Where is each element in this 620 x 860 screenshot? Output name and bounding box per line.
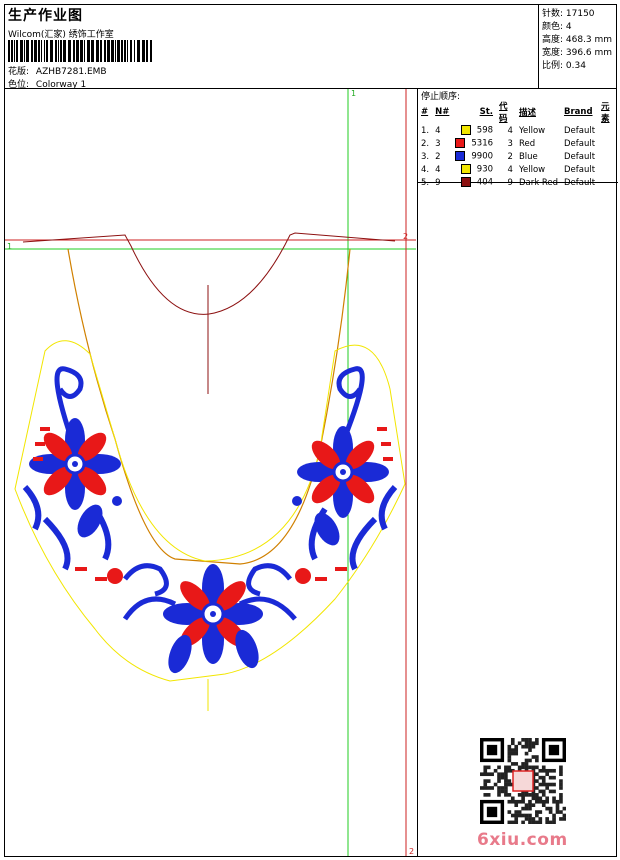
row-stitches: 598 <box>452 124 496 137</box>
col-brand: Brand <box>563 107 593 117</box>
studio-name: Wilcom(汇家) 绣饰工作室 <box>8 30 114 40</box>
row-index: 5. <box>421 177 430 188</box>
stop-sequence-panel: 停止顺序: # N# St. 代码 描述 Brand 元素 1. 4 598 4 Yel… <box>417 88 618 188</box>
color-swatch <box>455 151 466 162</box>
col-needle: N# <box>435 107 450 117</box>
row-code: 2 <box>507 151 513 162</box>
panel-divider <box>417 88 418 857</box>
row-needle: 9 <box>435 177 441 188</box>
row-brand: Default <box>563 151 596 162</box>
left-flower-motif <box>22 366 122 571</box>
row-index: 1. <box>421 125 430 136</box>
row-code: 4 <box>507 125 513 136</box>
row-index: 3. <box>421 151 430 162</box>
row-needle: 3 <box>435 138 441 149</box>
watermark-logo: 6xiu.com <box>477 830 568 850</box>
stitch-count-value: 9900 <box>471 151 494 162</box>
row-description: Yellow <box>518 125 546 136</box>
stitch-count-value: 598 <box>476 125 494 136</box>
row-code: 3 <box>507 138 513 149</box>
row-stitches: 5316 <box>452 137 496 150</box>
guide-marker-right: 2 <box>403 232 408 241</box>
row-description: Red <box>518 138 536 149</box>
col-element: 元素 <box>601 102 610 124</box>
row-element <box>598 163 618 176</box>
row-code: 4 <box>507 164 513 175</box>
col-stitches: St. <box>479 107 494 117</box>
row-brand: Default <box>563 125 596 136</box>
row-element <box>598 137 618 150</box>
row-stitches: 404 <box>452 176 496 189</box>
row-description: Yellow <box>518 164 546 175</box>
table-header-row: # N# St. 代码 描述 Brand 元素 <box>418 100 618 124</box>
row-needle: 4 <box>435 125 441 136</box>
design-stats: 针数: 17150 颜色: 4 高度: 468.3 mm 宽度: 396.6 m… <box>538 4 618 88</box>
row-element <box>598 176 618 189</box>
color-swatch <box>460 177 471 188</box>
row-needle: 2 <box>435 151 441 162</box>
design-label: 花版: <box>8 67 30 77</box>
row-needle: 4 <box>435 164 441 175</box>
color-swatch <box>460 125 471 136</box>
row-code: 9 <box>507 177 513 188</box>
collar-inner-outline <box>67 248 351 565</box>
row-stitches: 930 <box>452 163 496 176</box>
col-code: 代码 <box>499 102 508 124</box>
stitch-count: 针数: 17150 <box>542 9 595 19</box>
row-brand: Default <box>563 177 596 188</box>
right-flower-motif <box>292 366 398 571</box>
stitch-count-value: 5316 <box>471 138 494 149</box>
table-row: 5. 9 404 9 Dark Red Default <box>418 176 618 189</box>
stitch-count-value: 930 <box>476 164 494 175</box>
table-row: 1. 4 598 4 Yellow Default <box>418 124 618 137</box>
design-canvas: 1 2 1 2 <box>5 89 416 856</box>
guide-marker-left: 1 <box>7 242 12 251</box>
color-swatch <box>460 164 471 175</box>
row-description: Dark Red <box>518 177 558 188</box>
table-row: 2. 3 5316 3 Red Default <box>418 137 618 150</box>
col-index: # <box>421 107 429 117</box>
table-row: 3. 2 9900 2 Blue Default <box>418 150 618 163</box>
row-stitches: 9900 <box>452 150 496 163</box>
neckline-outline <box>22 232 396 315</box>
page-title: 生产作业图 <box>8 8 83 24</box>
guide-marker-bottom: 2 <box>409 847 414 856</box>
design-file-row: 花版: AZHB7281.EMB <box>8 64 107 77</box>
row-index: 4. <box>421 164 430 175</box>
header-info: 生产作业图 Wilcom(汇家) 绣饰工作室 花版: AZHB7281.EMB … <box>5 5 538 90</box>
table-row: 4. 4 930 4 Yellow Default <box>418 163 618 176</box>
col-description: 描述 <box>518 108 536 118</box>
row-brand: Default <box>563 138 596 149</box>
color-sequence-table: # N# St. 代码 描述 Brand 元素 1. 4 598 4 Yellow Def… <box>418 100 618 189</box>
color-count: 颜色: 4 <box>542 22 572 32</box>
design-width: 宽度: 396.6 mm <box>542 48 613 58</box>
barcode-image <box>8 40 152 62</box>
row-index: 2. <box>421 138 430 149</box>
row-description: Blue <box>518 151 538 162</box>
color-swatch <box>455 138 466 149</box>
qr-code-image <box>480 738 566 824</box>
row-brand: Default <box>563 164 596 175</box>
row-element <box>598 150 618 163</box>
row-element <box>598 124 618 137</box>
design-file-name: AZHB7281.EMB <box>35 67 107 77</box>
design-scale: 比例: 0.34 <box>542 61 586 71</box>
stitch-count-value: 404 <box>476 177 494 188</box>
center-flower-motif <box>75 563 347 674</box>
guide-marker-top: 1 <box>351 89 356 98</box>
design-height: 高度: 468.3 mm <box>542 35 613 45</box>
